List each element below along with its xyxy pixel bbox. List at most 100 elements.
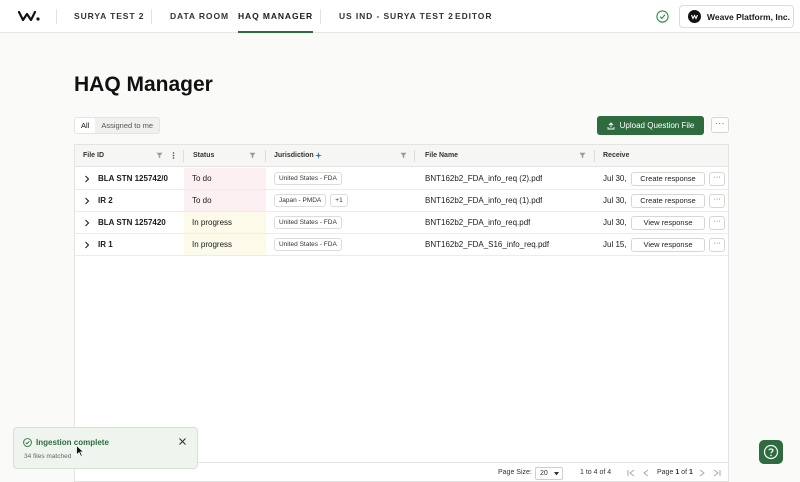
chevron-right-icon[interactable] [84,175,90,183]
toast-subtitle: 34 files matched [24,453,72,460]
jurisdiction-more-tag[interactable]: +1 [330,194,348,208]
view-response-button[interactable]: View response [631,216,705,230]
column-divider[interactable] [414,150,415,162]
file-id: IR 2 [98,196,113,205]
chevron-right-icon[interactable] [84,197,90,205]
nav-divider [56,9,57,24]
file-id: IR 1 [98,240,113,249]
view-response-button[interactable]: View response [631,238,705,252]
chevron-right-icon[interactable] [84,219,90,227]
org-name: Weave Platform, Inc. [707,11,790,22]
help-icon [763,444,779,460]
received-date: Jul 30, [603,196,627,205]
page-label: Page [657,469,674,476]
row-more-button[interactable]: ··· [709,172,725,186]
jurisdiction-cell: United States - FDA [274,212,346,234]
nav-context[interactable]: US IND - SURYA TEST 2 [339,0,454,33]
column-divider[interactable] [265,150,266,162]
jurisdiction-cell: United States - FDA [274,168,346,190]
table-row[interactable]: BLA STN 125742/0 To do United States - F… [75,168,728,190]
header-jurisdiction[interactable]: Jurisdiction [274,145,314,167]
page-size-label: Page Size: [498,469,532,476]
weave-logo-icon[interactable] [18,9,40,23]
chevron-right-icon[interactable] [84,241,90,249]
page-size-select[interactable]: 20 [535,467,563,480]
nav-divider [151,9,152,24]
file-name[interactable]: BNT162b2_FDA_info_req (1).pdf [425,190,542,212]
check-circle-icon [23,438,32,447]
close-icon[interactable] [178,437,187,446]
jurisdiction-cell: Japan - PMDA +1 [274,190,352,212]
top-navigation: SURYA TEST 2 DATA ROOM HAQ MANAGER US IN… [0,0,800,33]
column-divider[interactable] [183,150,184,162]
column-menu-icon[interactable] [170,152,177,159]
page-size-value: 20 [540,470,548,477]
upload-icon [607,121,615,129]
last-page-icon[interactable] [713,469,721,477]
assignment-filter: All Assigned to me [74,117,161,134]
jurisdiction-tag: United States - FDA [274,238,342,252]
nav-data-room[interactable]: DATA ROOM [170,0,229,33]
page-indicator: Page 1 of 1 [657,463,693,481]
sparkle-icon [315,152,322,159]
file-name[interactable]: BNT162b2_FDA_S16_info_req.pdf [425,234,549,256]
filter-icon[interactable] [400,152,407,159]
page-total: 1 [688,469,693,476]
header-received[interactable]: Receive [603,145,629,167]
file-name[interactable]: BNT162b2_FDA_info_req (2).pdf [425,168,542,190]
file-id: BLA STN 1257420 [98,218,166,227]
row-more-button[interactable]: ··· [709,238,725,252]
column-divider[interactable] [594,150,595,162]
table-row[interactable]: IR 2 To do Japan - PMDA +1 BNT162b2_FDA_i… [75,190,728,212]
nav-divider [320,9,321,24]
filter-assigned-to-me[interactable]: Assigned to me [95,118,159,133]
table-row[interactable]: IR 1 In progress United States - FDA BNT… [75,234,728,256]
filter-all[interactable]: All [75,118,96,133]
row-more-button[interactable]: ··· [709,216,725,230]
status-cell[interactable]: To do [184,190,266,211]
next-page-icon[interactable] [698,469,706,477]
nav-editor[interactable]: EDITOR [455,0,492,33]
org-switcher-button[interactable]: Weave Platform, Inc. [679,5,794,28]
org-logo-icon [688,10,701,23]
check-circle-icon [656,10,669,23]
header-file-name[interactable]: File Name [425,145,458,167]
table-header: File ID Status Jurisdiction File Name Re… [75,145,728,167]
upload-label: Upload Question File [619,121,695,130]
filter-icon[interactable] [249,152,256,159]
create-response-button[interactable]: Create response [631,172,705,186]
header-status[interactable]: Status [193,145,214,167]
filter-icon[interactable] [156,152,163,159]
jurisdiction-tag: Japan - PMDA [274,194,327,208]
row-more-button[interactable]: ··· [709,194,725,208]
create-response-button[interactable]: Create response [631,194,705,208]
help-button[interactable] [759,440,783,464]
previous-page-icon[interactable] [642,469,650,477]
status-cell[interactable]: To do [184,168,266,189]
header-file-id[interactable]: File ID [83,145,104,167]
file-id: BLA STN 125742/0 [98,174,168,183]
jurisdiction-tag: United States - FDA [274,216,342,230]
received-date: Jul 15, [603,240,627,249]
page-current: 1 [675,469,680,476]
status-cell[interactable]: In progress [184,212,266,233]
jurisdiction-cell: United States - FDA [274,234,346,256]
nav-project[interactable]: SURYA TEST 2 [74,0,144,33]
page-of: of [681,469,688,476]
caret-down-icon [554,472,559,476]
status-cell[interactable]: In progress [184,234,266,255]
row-range: 1 to 4 of 4 [580,469,612,476]
table-row[interactable]: BLA STN 1257420 In progress United State… [75,212,728,234]
file-name[interactable]: BNT162b2_FDA_info_req.pdf [425,212,530,234]
jurisdiction-tag: United States - FDA [274,172,342,186]
page-title: HAQ Manager [74,73,213,96]
page-more-button[interactable]: ··· [711,117,729,133]
received-date: Jul 30, [603,218,627,227]
toast-title: Ingestion complete [36,438,109,447]
first-page-icon[interactable] [627,469,635,477]
upload-question-file-button[interactable]: Upload Question File [597,116,704,135]
received-date: Jul 30, [603,174,627,183]
filter-icon[interactable] [579,152,586,159]
ingestion-toast: Ingestion complete 34 files matched [13,427,198,469]
nav-haq-manager[interactable]: HAQ MANAGER [238,0,314,33]
